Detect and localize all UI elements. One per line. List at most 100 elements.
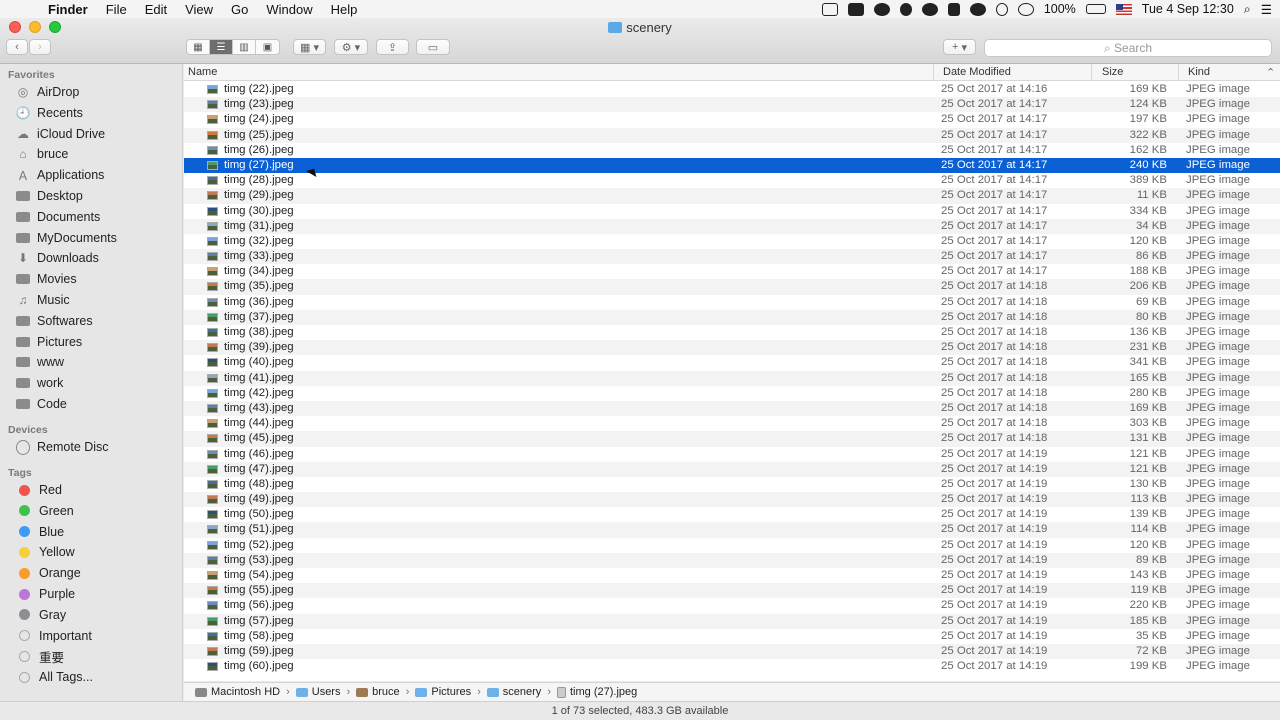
path-current-file[interactable]: timg (27).jpeg [556,686,637,698]
table-row[interactable]: timg (25).jpeg 25 Oct 2017 at 14:17 322 KB… [184,127,1280,143]
menubar-clock[interactable]: Tue 4 Sep 12:30 [1142,2,1234,16]
back-button[interactable]: ‹ [6,39,28,55]
table-row[interactable]: timg (54).jpeg 25 Oct 2017 at 14:19 143 KB… [184,568,1280,583]
search-field[interactable]: ⌕ Search [984,39,1272,57]
sidebar-tag-10[interactable]: All Tags... [16,667,181,687]
table-row[interactable]: timg (49).jpeg 25 Oct 2017 at 14:19 113 KB… [184,492,1280,508]
cloud-status-icon[interactable] [969,2,986,16]
sidebar-item-code[interactable]: Code [16,394,181,414]
sidebar-tag-1[interactable]: Red [16,480,181,500]
table-row[interactable]: timg (33).jpeg 25 Oct 2017 at 14:17 86 KB J… [184,249,1280,265]
sidebar-item-mydocuments[interactable]: MyDocuments [16,228,181,248]
table-row[interactable]: timg (45).jpeg 25 Oct 2017 at 14:18 131 KB… [184,431,1280,447]
table-row[interactable]: timg (55).jpeg 25 Oct 2017 at 14:19 119 KB… [184,583,1280,599]
action-menu-button[interactable]: ⚙ ▾ [334,39,368,55]
table-row[interactable]: timg (36).jpeg 25 Oct 2017 at 14:18 69 KB J… [184,295,1280,310]
table-row[interactable]: timg (29).jpeg 25 Oct 2017 at 14:17 11 KB J… [184,188,1280,204]
table-row[interactable]: timg (31).jpeg 25 Oct 2017 at 14:17 34 KB J… [184,218,1280,234]
menu-view[interactable]: View [176,2,222,17]
menu-window[interactable]: Window [257,2,321,17]
table-row[interactable]: timg (43).jpeg 25 Oct 2017 at 14:18 169 KB… [184,400,1280,417]
add-button[interactable]: + ▾ [943,39,976,55]
path-scenery[interactable]: scenery [486,686,541,698]
table-row[interactable]: timg (58).jpeg 25 Oct 2017 at 14:19 35 KB J… [184,629,1280,644]
sidebar-tag-8[interactable]: Important [16,626,181,646]
group-by-button[interactable]: ▦ ▾ [293,39,326,55]
table-row[interactable]: timg (47).jpeg 25 Oct 2017 at 14:19 121 KB… [184,461,1280,477]
sidebar-tag-5[interactable]: Orange [16,563,181,583]
input-source-flag-icon[interactable] [1115,3,1132,15]
forward-button[interactable]: › [29,39,51,55]
table-row[interactable]: timg (39).jpeg 25 Oct 2017 at 14:18 231 KB… [184,340,1280,356]
sidebar-tag-3[interactable]: Blue [16,522,181,542]
table-row[interactable]: timg (60).jpeg 25 Oct 2017 at 14:19 199 KB… [184,659,1280,674]
table-row[interactable]: timg (40).jpeg 25 Oct 2017 at 14:18 341 KB… [184,355,1280,370]
sidebar-item-softwares[interactable]: Softwares [16,311,181,331]
table-row[interactable]: timg (48).jpeg 25 Oct 2017 at 14:19 130 KB… [184,477,1280,492]
send-icon[interactable] [947,2,960,16]
qq-icon[interactable] [899,2,912,16]
path-pictures[interactable]: Pictures [415,686,471,698]
gallery-view-button[interactable]: ▣ [256,40,279,54]
share-button[interactable]: ⇪ [376,39,409,55]
spotlight-search-icon[interactable]: ⌕ [1244,2,1251,17]
sidebar-item-bruce[interactable]: ⌂ bruce [16,144,181,164]
table-row[interactable]: timg (52).jpeg 25 Oct 2017 at 14:19 120 KB… [184,538,1280,553]
sidebar-tag-2[interactable]: Green [16,501,181,521]
notification-center-icon[interactable]: ☰ [1261,2,1272,17]
table-row[interactable]: timg (53).jpeg 25 Oct 2017 at 14:19 89 KB J… [184,552,1280,568]
table-row[interactable]: timg (32).jpeg 25 Oct 2017 at 14:17 120 KB… [184,234,1280,249]
wifi-icon[interactable] [1017,2,1034,16]
sidebar-item-pictures[interactable]: Pictures [16,332,181,352]
sidebar-item-movies[interactable]: Movies [16,269,181,289]
column-date-modified[interactable]: Date Modified [943,66,1011,78]
battery-icon[interactable] [1085,4,1106,14]
table-row[interactable]: timg (46).jpeg 25 Oct 2017 at 14:19 121 KB… [184,447,1280,462]
sidebar-item-desktop[interactable]: Desktop [16,186,181,206]
table-row[interactable]: timg (51).jpeg 25 Oct 2017 at 14:19 114 KB… [184,522,1280,538]
table-row[interactable]: timg (24).jpeg 25 Oct 2017 at 14:17 197 KB… [184,112,1280,127]
menu-go[interactable]: Go [222,2,257,17]
icon-view-button[interactable]: ▦ [187,40,210,54]
edit-tags-button[interactable]: ▭ [416,39,450,55]
table-row[interactable]: timg (34).jpeg 25 Oct 2017 at 14:17 188 KB… [184,264,1280,279]
sidebar-item-airdrop[interactable]: ◎ AirDrop [16,82,181,102]
sidebar-tag-4[interactable]: Yellow [16,542,181,562]
sidebar-item-documents[interactable]: Documents [16,207,181,227]
battery-percent[interactable]: 100% [1044,2,1076,16]
list-view-button[interactable]: ☰ [210,40,233,54]
menu-edit[interactable]: Edit [136,2,176,17]
sidebar-item-icloud-drive[interactable]: ☁ iCloud Drive [16,124,181,144]
app-status-icon[interactable] [847,2,864,16]
table-row[interactable]: timg (57).jpeg 25 Oct 2017 at 14:19 185 KB… [184,613,1280,629]
menu-app-name[interactable]: Finder [40,2,97,17]
sidebar-item-applications[interactable]: Ａ Applications [16,165,181,185]
sidebar-item-recents[interactable]: 🕘 Recents [16,103,181,123]
column-name[interactable]: Name [188,66,217,78]
sidebar-tag-6[interactable]: Purple [16,584,181,604]
bluetooth-icon[interactable] [995,2,1008,16]
sidebar-item-music[interactable]: ♫ Music [16,290,181,310]
table-row[interactable]: timg (41).jpeg 25 Oct 2017 at 14:18 165 KB… [184,370,1280,386]
wechat-icon[interactable] [921,2,938,16]
column-kind[interactable]: Kind [1188,66,1210,78]
menu-help[interactable]: Help [322,2,367,17]
table-row[interactable]: timg (44).jpeg 25 Oct 2017 at 14:18 303 KB… [184,416,1280,431]
table-row[interactable]: timg (42).jpeg 25 Oct 2017 at 14:18 280 KB… [184,386,1280,401]
table-row[interactable]: timg (30).jpeg 25 Oct 2017 at 14:17 334 KB… [184,204,1280,219]
table-row[interactable]: timg (26).jpeg 25 Oct 2017 at 14:17 162 KB… [184,143,1280,158]
screen-record-icon[interactable] [821,2,838,16]
table-row[interactable]: timg (27).jpeg 25 Oct 2017 at 14:17 240 KB… [184,157,1280,174]
sidebar-tag-7[interactable]: Gray [16,605,181,625]
table-row[interactable]: timg (59).jpeg 25 Oct 2017 at 14:19 72 KB J… [184,643,1280,660]
table-row[interactable]: timg (35).jpeg 25 Oct 2017 at 14:18 206 KB… [184,279,1280,295]
table-row[interactable]: timg (23).jpeg 25 Oct 2017 at 14:17 124 KB… [184,97,1280,113]
table-row[interactable]: timg (38).jpeg 25 Oct 2017 at 14:18 136 KB… [184,325,1280,340]
table-row[interactable]: timg (50).jpeg 25 Oct 2017 at 14:19 139 KB… [184,507,1280,522]
path-users[interactable]: Users [295,686,340,698]
column-view-button[interactable]: ▥ [233,40,256,54]
sidebar-item-work[interactable]: work [16,373,181,393]
table-row[interactable]: timg (56).jpeg 25 Oct 2017 at 14:19 220 KB… [184,598,1280,613]
column-size[interactable]: Size [1102,66,1123,78]
table-row[interactable]: timg (22).jpeg 25 Oct 2017 at 14:16 169 KB… [184,82,1280,97]
